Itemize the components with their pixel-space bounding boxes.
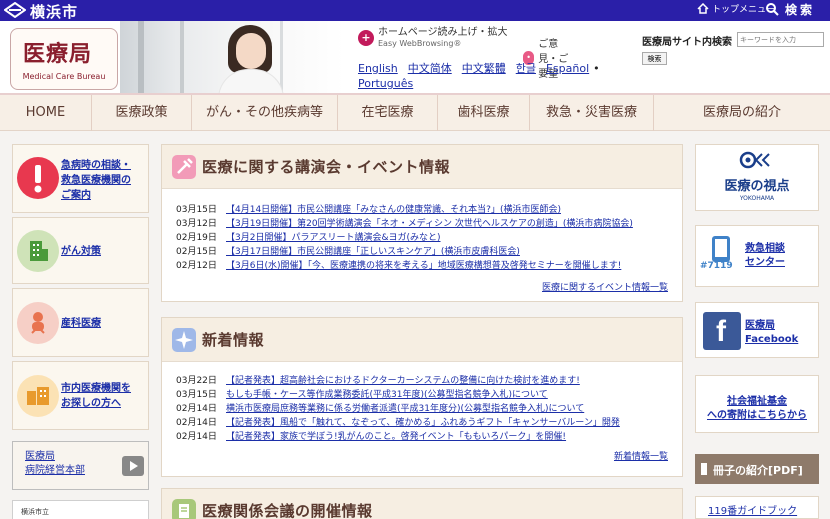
facebook-link[interactable]: f 医療局 Facebook xyxy=(695,302,819,358)
news-item: 03月22日 【記者発表】超高齢社会におけるドクターカーシステムの整備に向けた検討… xyxy=(176,376,580,386)
welfare-line-2: への寄附はこちらから xyxy=(707,410,807,421)
consult-line-2: センター xyxy=(745,257,785,268)
news-more-link[interactable]: 新着情報一覧 xyxy=(614,449,668,462)
find-institutions-link[interactable]: 市内医療機関を お探しの方へ xyxy=(12,361,149,430)
events-more-link[interactable]: 医療に関するイベント情報一覧 xyxy=(542,280,668,293)
syringe-icon xyxy=(172,155,196,179)
baby-icon xyxy=(17,302,59,344)
utility-links: + ホームページ読み上げ・拡大 Easy WebBrowsing® • • • … xyxy=(358,27,600,90)
facebook-line-2: Facebook xyxy=(745,334,799,345)
hospital-line-2: 病院経営本部 xyxy=(25,465,85,476)
document-icon xyxy=(172,499,196,519)
obstetrics-link[interactable]: 産科医療 xyxy=(12,288,149,357)
global-nav: HOME 医療政策 がん・その他疾病等 在宅医療 歯科医療 救急・災害医療 医療… xyxy=(0,93,830,131)
site-search-button[interactable]: 検索 xyxy=(642,52,667,65)
nav-home[interactable]: HOME xyxy=(0,95,92,131)
lang-chinese-traditional[interactable]: 中文繁體 xyxy=(462,62,506,75)
emergency-consult-center-link[interactable]: #7119 救急相談 センター xyxy=(695,225,819,287)
cancer-label: がん対策 xyxy=(61,246,101,257)
sparkle-icon xyxy=(172,328,196,352)
yokohama-city-logo-icon[interactable] xyxy=(4,2,26,18)
facebook-line-1: 医療局 xyxy=(745,320,775,331)
easy-web-browsing-link[interactable]: + ホームページ読み上げ・拡大 Easy WebBrowsing® xyxy=(358,27,508,49)
medical-perspective-link[interactable]: 医療の視点 YOKOHAMA xyxy=(695,144,819,211)
hospital-line-1: 医療局 xyxy=(25,451,55,462)
eye-logo-icon xyxy=(739,151,770,169)
news-item: 03月15日 もしも手帳・ケース等作成業務委託(平成31年度)(公募型指名競争入札… xyxy=(176,390,548,400)
welfare-line-1: 社会福祉基金 xyxy=(727,396,787,407)
emergency-line-3: ご案内 xyxy=(61,190,91,201)
perspective-main: 医療の視点 xyxy=(724,179,790,194)
header: 医療局 Medical Care Bureau + ホームページ読み上げ・拡大 … xyxy=(0,21,830,93)
site-search-label: 医療局サイト内検索 xyxy=(642,37,732,48)
event-item: 03月15日 【4月14日開催】市民公開講座「みなさんの健康常識、それ本当?」(横… xyxy=(176,205,561,215)
meeting-panel: 医療関係会議の開催情報 xyxy=(161,488,683,519)
news-item: 02月14日 横浜市医療局庶務等業務に係る労働者派遣(平成31年度分)(公募型指名… xyxy=(176,404,585,414)
news-item: 02月14日 【記者発表】風船で「触れて、なぞって、確かめる」ふれあうギフト「キャ… xyxy=(176,418,620,428)
hospital-management-link[interactable]: 医療局 病院経営本部 xyxy=(12,441,149,490)
home-icon xyxy=(697,3,709,14)
find-line-2: お探しの方へ xyxy=(61,398,121,409)
perspective-sub: YOKOHAMA xyxy=(739,195,775,202)
emergency-consult-link[interactable]: 急病時の相談・ 救急医療機関の ご案内 xyxy=(12,144,149,213)
top-search-link[interactable]: 検索 xyxy=(766,1,815,18)
logo-title: 医療局 xyxy=(23,42,93,67)
bullet-marker xyxy=(701,463,707,475)
nav-about-bureau[interactable]: 医療局の紹介 xyxy=(654,95,830,131)
header-photo xyxy=(120,21,345,93)
language-links: English 中文简体 中文繁體 한글 Español • Português xyxy=(358,61,638,91)
phone-badge: #7119 xyxy=(700,261,733,271)
nav-medical-policy[interactable]: 医療政策 xyxy=(92,95,192,131)
lang-portuguese[interactable]: Português xyxy=(358,77,413,90)
event-item: 02月19日 【3月2日開催】パラアスリート講演会&ヨガ(みなと) xyxy=(176,233,441,243)
top-search-label: 検索 xyxy=(785,3,816,17)
voice-main-label: ホームページ読み上げ・拡大 xyxy=(378,27,508,38)
news-panel: 新着情報 03月22日 【記者発表】超高齢社会におけるドクターカーシステムの整備に… xyxy=(161,317,683,477)
nav-cancer-diseases[interactable]: がん・その他疾病等 xyxy=(192,95,338,131)
voice-sub-label: Easy WebBrowsing® xyxy=(378,39,462,48)
booklet-item-119-guide[interactable]: 119番ガイドブック xyxy=(695,496,819,519)
search-icon xyxy=(766,3,779,16)
building-icon xyxy=(17,230,59,272)
top-bar: 横浜市 トップメニュー 検索 xyxy=(0,0,830,21)
lang-chinese-simplified[interactable]: 中文简体 xyxy=(408,62,452,75)
lang-spanish[interactable]: Español xyxy=(546,62,589,75)
emergency-line-1: 急病時の相談・ xyxy=(61,160,131,171)
lang-english[interactable]: English xyxy=(358,62,398,75)
logo-subtitle: Medical Care Bureau xyxy=(22,72,106,81)
news-title: 新着情報 xyxy=(202,331,265,349)
booklet-item-label: 119番ガイドブック xyxy=(708,506,798,517)
site-search-input[interactable] xyxy=(737,32,824,47)
welfare-fund-link[interactable]: 社会福祉基金 への寄附はこちらから xyxy=(695,375,819,433)
exclamation-icon xyxy=(17,157,59,199)
obstetrics-label: 産科医療 xyxy=(61,318,101,329)
medical-care-bureau-logo[interactable]: 医療局 Medical Care Bureau xyxy=(10,28,118,90)
events-panel: 医療に関する講演会・イベント情報 03月15日 【4月14日開催】市民公開講座「み… xyxy=(161,144,683,302)
town-icon xyxy=(17,375,59,417)
event-item: 02月12日 【3月6日(水)開催】「今、医療連携の将来を考える」地域医療構想普及… xyxy=(176,261,622,271)
nav-dental[interactable]: 歯科医療 xyxy=(438,95,530,131)
emergency-line-2: 救急医療機関の xyxy=(61,175,131,186)
play-arrow-icon xyxy=(122,456,144,476)
news-item: 02月14日 【記者発表】家族で学ぼう!乳がんのこと。啓発イベント「ももいろパーク… xyxy=(176,432,567,442)
consult-line-1: 救急相談 xyxy=(745,243,785,254)
top-menu-link[interactable]: トップメニュー xyxy=(697,2,775,15)
facebook-icon: f xyxy=(703,312,741,350)
lang-korean[interactable]: 한글 xyxy=(516,62,536,75)
nav-emergency-disaster[interactable]: 救急・災害医療 xyxy=(530,95,654,131)
city-name[interactable]: 横浜市 xyxy=(30,1,78,22)
nav-home-care[interactable]: 在宅医療 xyxy=(338,95,438,131)
separator-dot: • xyxy=(593,62,600,75)
city-hospital-label: 横浜市立 xyxy=(21,508,49,516)
city-hospital-banner[interactable]: 横浜市立 xyxy=(12,500,149,519)
event-item: 02月15日 【3月17日開催】市民公開講座「正しいスキンケア」(横浜市皮膚科医会… xyxy=(176,247,520,257)
events-title: 医療に関する講演会・イベント情報 xyxy=(202,158,451,176)
event-item: 03月12日 【3月19日開催】第20回学術講演会「ネオ・メディシン 次世代ヘルス… xyxy=(176,219,633,229)
cancer-measures-link[interactable]: がん対策 xyxy=(12,217,149,284)
booklet-title: 冊子の紹介[PDF] xyxy=(713,464,803,477)
find-line-1: 市内医療機関を xyxy=(61,383,131,394)
booklet-header: 冊子の紹介[PDF] xyxy=(695,454,819,484)
magnify-plus-icon: + xyxy=(358,30,374,46)
meeting-title: 医療関係会議の開催情報 xyxy=(202,502,373,519)
